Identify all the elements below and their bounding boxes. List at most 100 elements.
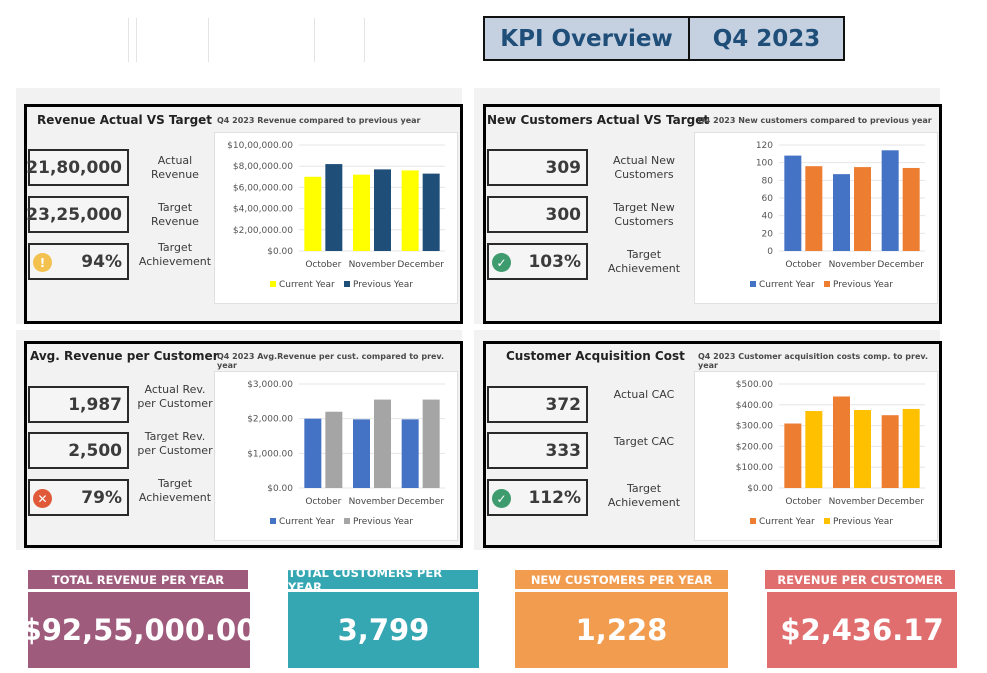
y-tick-label: $400.00 <box>736 401 773 411</box>
target-label: Target Rev. per Customer <box>137 430 213 457</box>
bar <box>881 150 899 251</box>
tile-value: 1,228 <box>515 592 728 668</box>
cac-chart: $0.00 $100.00 $200.00 $300.00 $400.00 $500.00… <box>694 371 938 541</box>
target-value: 2,500 <box>28 432 129 469</box>
tile-header: TOTAL CUSTOMERS PER YEAR <box>288 566 478 594</box>
cross-icon: ✕ <box>33 489 52 508</box>
achievement-label: Target Achievement <box>607 248 681 275</box>
legend-label: Current Year <box>759 280 815 290</box>
chart-svg: $0.00 $100.00 $200.00 $300.00 $400.00 $500.00… <box>736 380 925 527</box>
x-tick-label: December <box>877 260 924 270</box>
bar <box>304 176 322 251</box>
target-label: Target Revenue <box>151 201 199 228</box>
legend-label: Previous Year <box>353 517 413 527</box>
y-tick-label: $3,000.00 <box>247 380 293 390</box>
divider <box>136 18 137 62</box>
actual-value: 21,80,000 <box>26 149 129 186</box>
x-tick-label: December <box>397 260 444 270</box>
x-tick-label: December <box>877 497 924 507</box>
tile-header: NEW CUSTOMERS PER YEAR <box>515 570 728 589</box>
tile-value: $2,436.17 <box>767 592 957 668</box>
check-icon: ✓ <box>492 253 511 272</box>
y-tick-label: $100.00 <box>736 463 773 473</box>
target-value: 333 <box>487 432 588 469</box>
y-tick-label: 0 <box>767 247 773 257</box>
panel-title: Customer Acquisition Cost <box>506 349 685 363</box>
divider <box>128 18 129 62</box>
tile-header: TOTAL REVENUE PER YEAR <box>28 570 248 589</box>
achievement-box: ✓ 103% <box>487 243 588 280</box>
x-tick-label: October <box>305 497 341 507</box>
x-tick-label: November <box>829 260 876 270</box>
panel-title: Revenue Actual VS Target <box>37 113 213 127</box>
actual-value: 372 <box>487 386 588 423</box>
achievement-box: ! 94% <box>28 243 129 280</box>
y-tick-label: 20 <box>762 229 774 239</box>
legend-label: Previous Year <box>833 517 893 527</box>
legend-swatch <box>824 281 830 287</box>
y-tick-label: $2,000.00 <box>247 415 293 425</box>
bar <box>401 170 419 251</box>
y-tick-label: $0.00 <box>267 247 293 257</box>
bar <box>805 166 823 251</box>
x-tick-label: November <box>829 497 876 507</box>
bar <box>805 411 823 488</box>
legend-label: Current Year <box>279 280 335 290</box>
bar <box>833 174 850 251</box>
y-tick-label: $6,00,000.00 <box>233 183 293 193</box>
legend-swatch <box>344 281 350 287</box>
bar <box>325 411 343 488</box>
bar <box>353 174 370 251</box>
legend-swatch <box>750 281 756 287</box>
x-tick-label: October <box>785 260 821 270</box>
x-tick-label: December <box>397 497 444 507</box>
y-tick-label: $0.00 <box>267 484 293 494</box>
bar <box>401 419 419 488</box>
legend-label: Previous Year <box>353 280 413 290</box>
avg-revenue-chart: $0.00 $1,000.00 $2,000.00 $3,000.00 October N… <box>214 371 458 541</box>
divider <box>314 18 315 62</box>
y-tick-label: $2,00,000.00 <box>233 226 293 236</box>
achievement-value: 112% <box>528 487 581 508</box>
bar <box>374 399 391 488</box>
bar <box>854 410 871 488</box>
bar <box>902 167 920 251</box>
revenue-chart: $0.00 $2,00,000.00 $4,00,000.00 $6,00,000.0… <box>214 132 458 304</box>
y-tick-label: 100 <box>756 159 773 169</box>
y-tick-label: $8,00,000.00 <box>233 162 293 172</box>
legend-swatch <box>824 518 830 524</box>
bar <box>784 423 802 488</box>
exclamation-icon: ! <box>33 253 52 272</box>
legend-label: Current Year <box>759 517 815 527</box>
x-tick-label: October <box>305 260 341 270</box>
achievement-label: Target Achievement <box>138 477 212 504</box>
bar <box>422 173 440 251</box>
x-tick-label: November <box>349 497 396 507</box>
actual-label: Actual Rev. per Customer <box>137 383 213 410</box>
panel-title: Avg. Revenue per Customer <box>30 349 219 363</box>
customers-chart: 0 20 40 60 80 100 120 October November December Cu… <box>694 132 938 304</box>
achievement-box: ✓ 112% <box>487 479 588 516</box>
achievement-value: 79% <box>81 487 122 508</box>
legend-swatch <box>750 518 756 524</box>
panel-subtitle: Q4 2023 Avg.Revenue per cust. compared t… <box>217 352 445 370</box>
bar <box>304 418 322 488</box>
avg-revenue-panel: Avg. Revenue per Customer Q4 2023 Avg.Re… <box>24 341 463 548</box>
chart-svg: $0.00 $1,000.00 $2,000.00 $3,000.00 October N… <box>247 380 445 527</box>
y-tick-label: 40 <box>762 212 774 222</box>
y-tick-label: $200.00 <box>736 442 773 452</box>
bar <box>325 164 343 251</box>
y-tick-label: $0.00 <box>747 484 773 494</box>
customers-panel: New Customers Actual VS Target Q4 2023 N… <box>483 104 942 324</box>
chart-svg: 0 20 40 60 80 100 120 October November December Cu… <box>750 141 925 290</box>
achievement-value: 103% <box>528 251 581 272</box>
bar <box>353 419 370 488</box>
divider <box>364 18 365 62</box>
y-tick-label: 60 <box>762 194 774 204</box>
actual-label: Actual Revenue <box>151 154 199 181</box>
y-tick-label: $10,00,000.00 <box>227 141 293 151</box>
x-tick-label: November <box>349 260 396 270</box>
legend-swatch <box>270 518 276 524</box>
bar <box>833 396 850 488</box>
actual-label: Actual CAC <box>613 388 675 401</box>
